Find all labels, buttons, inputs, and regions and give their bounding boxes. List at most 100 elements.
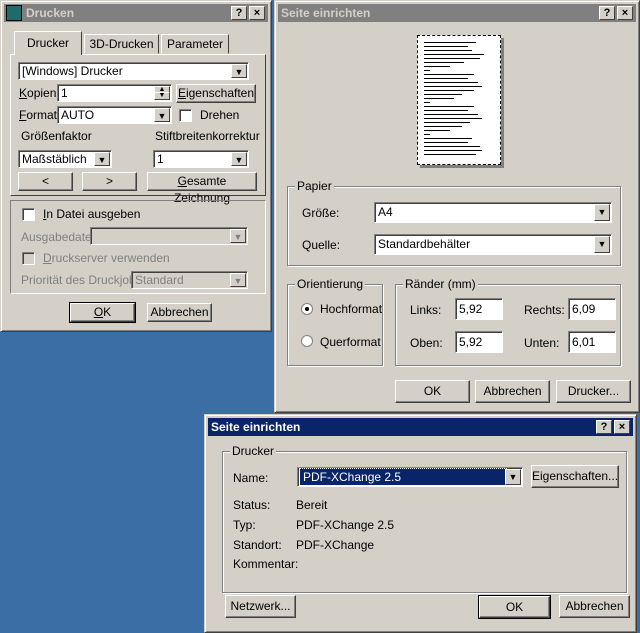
cancel-button[interactable]: Abbrechen [475,380,550,403]
landscape-label: Querformat [320,335,381,349]
preview-text-line [424,98,454,99]
network-button[interactable]: Netzwerk... [225,595,296,618]
chevron-down-icon[interactable]: ▼ [505,469,521,485]
top-margin-input[interactable]: 5,92 [455,331,503,353]
help-button[interactable]: ? [599,6,615,20]
source-value: Standardbehälter [378,237,471,251]
page-setup-titlebar[interactable]: Seite einrichten ? × [278,4,636,22]
priority-value: Standard [135,273,184,287]
chevron-down-icon[interactable]: ▼ [231,64,247,78]
tab-parameter[interactable]: Parameter [161,34,229,54]
margins-group-label: Ränder (mm) [403,277,478,291]
preview-text-line [424,110,468,111]
bottom-margin-input[interactable]: 6,01 [568,331,616,353]
bottom-margin-label: Unten: [524,336,560,350]
ok-button[interactable]: OK [395,380,470,403]
location-value: PDF-XChange [296,538,375,552]
chevron-down-icon[interactable]: ▼ [94,152,110,166]
preview-text-line [424,94,462,95]
printer-name-label: Name: [233,471,269,485]
preview-text-line [424,142,468,143]
print-title: Drucken [26,6,75,20]
whole-drawing-button[interactable]: Gesamte Zeichnung [147,172,257,205]
copies-stepper[interactable]: 1 ▲ ▼ [57,84,172,102]
chevron-down-icon[interactable]: ▼ [231,152,247,166]
previous-button[interactable]: < [18,172,73,191]
tab-drucker[interactable]: Drucker [14,31,82,55]
tab-label: 3D-Drucken [89,37,154,51]
print-server-checkbox[interactable] [22,252,35,265]
page-setup-dialog: Seite einrichten ? × Papier Größe: A4 ▼ … [274,0,640,413]
properties-button[interactable]: Eigenschaften [176,84,256,103]
print-dialog: Drucken ? × Drucker 3D-Drucken Parameter… [0,0,272,332]
printer-select[interactable]: [Windows] Drucker ▼ [18,62,249,80]
paper-group: Papier Größe: A4 ▼ Quelle: Standardbehäl… [287,179,621,266]
ok-button[interactable]: OK [69,302,136,323]
to-file-checkbox[interactable] [22,208,35,221]
help-button[interactable]: ? [596,420,612,434]
landscape-radio[interactable] [301,335,313,347]
close-button[interactable]: × [617,6,633,20]
preview-text-line [424,78,468,79]
printer-value: [Windows] Drucker [22,64,123,78]
rotate-checkbox[interactable] [179,109,192,122]
size-label: Größe: [302,206,340,220]
format-select[interactable]: AUTO ▼ [57,106,172,124]
comment-label: Kommentar: [233,557,299,571]
source-select[interactable]: Standardbehälter ▼ [374,234,612,255]
stroke-correction-value: 1 [157,152,164,166]
spin-down-icon[interactable]: ▼ [154,92,170,100]
tab-3d-drucken[interactable]: 3D-Drucken [84,34,159,54]
priority-label: Priorität des Druckjobs [21,273,142,287]
printer-setup-title: Seite einrichten [211,420,301,434]
preview-text-line [424,54,484,55]
ok-button[interactable]: OK [478,595,551,619]
printer-setup-titlebar[interactable]: Seite einrichten ? × [208,418,633,436]
next-button[interactable]: > [82,172,137,191]
preview-text-line [424,82,478,83]
preview-text-line [424,138,472,139]
chevron-down-icon: ▼ [230,229,246,243]
chevron-down-icon[interactable]: ▼ [594,236,610,253]
portrait-radio[interactable] [301,303,313,315]
chevron-down-icon[interactable]: ▼ [594,204,610,221]
format-value: AUTO [61,108,95,122]
size-select[interactable]: A4 ▼ [374,202,612,223]
preview-text-line [424,50,472,51]
printer-name-select[interactable]: PDF-XChange 2.5 ▼ [297,467,523,487]
margins-group: Ränder (mm) Links: 5,92 Rechts: 6,09 Obe… [395,277,621,366]
close-button[interactable]: × [249,6,265,20]
copies-label: Kopien [19,86,57,100]
print-titlebar[interactable]: Drucken ? × [4,4,268,22]
left-margin-label: Links: [410,303,442,317]
scale-select[interactable]: Maßstäblich ▼ [18,150,112,168]
right-margin-input[interactable]: 6,09 [568,298,616,320]
cancel-button[interactable]: Abbrechen [559,595,630,618]
printer-button[interactable]: Drucker... [556,380,631,403]
left-margin-input[interactable]: 5,92 [455,298,503,320]
output-file-select[interactable]: ▼ [90,227,248,245]
preview-text-line [424,74,474,75]
right-margin-label: Rechts: [524,303,565,317]
cancel-button[interactable]: Abbrechen [147,303,212,322]
preview-text-line [424,58,480,59]
printer-app-icon [6,5,22,21]
print-server-label: Druckserver verwenden [43,251,170,265]
stroke-correction-select[interactable]: 1 ▼ [153,150,249,168]
preview-text-line [424,102,430,103]
location-label: Standort: [233,538,282,552]
preview-text-line [424,114,478,115]
properties-button[interactable]: Eigenschaften... [531,465,619,488]
chevron-down-icon[interactable]: ▼ [154,108,170,122]
printer-name-value: PDF-XChange 2.5 [299,468,507,486]
preview-text-line [424,106,474,107]
to-file-label: In Datei ausgeben [43,207,141,221]
help-button[interactable]: ? [231,6,247,20]
preview-text-line [424,126,462,127]
copies-value: 1 [61,86,68,100]
priority-select[interactable]: Standard ▼ [131,271,248,289]
size-value: A4 [378,205,393,219]
preview-text-line [424,146,480,147]
paper-group-label: Papier [295,179,334,193]
close-button[interactable]: × [614,420,630,434]
